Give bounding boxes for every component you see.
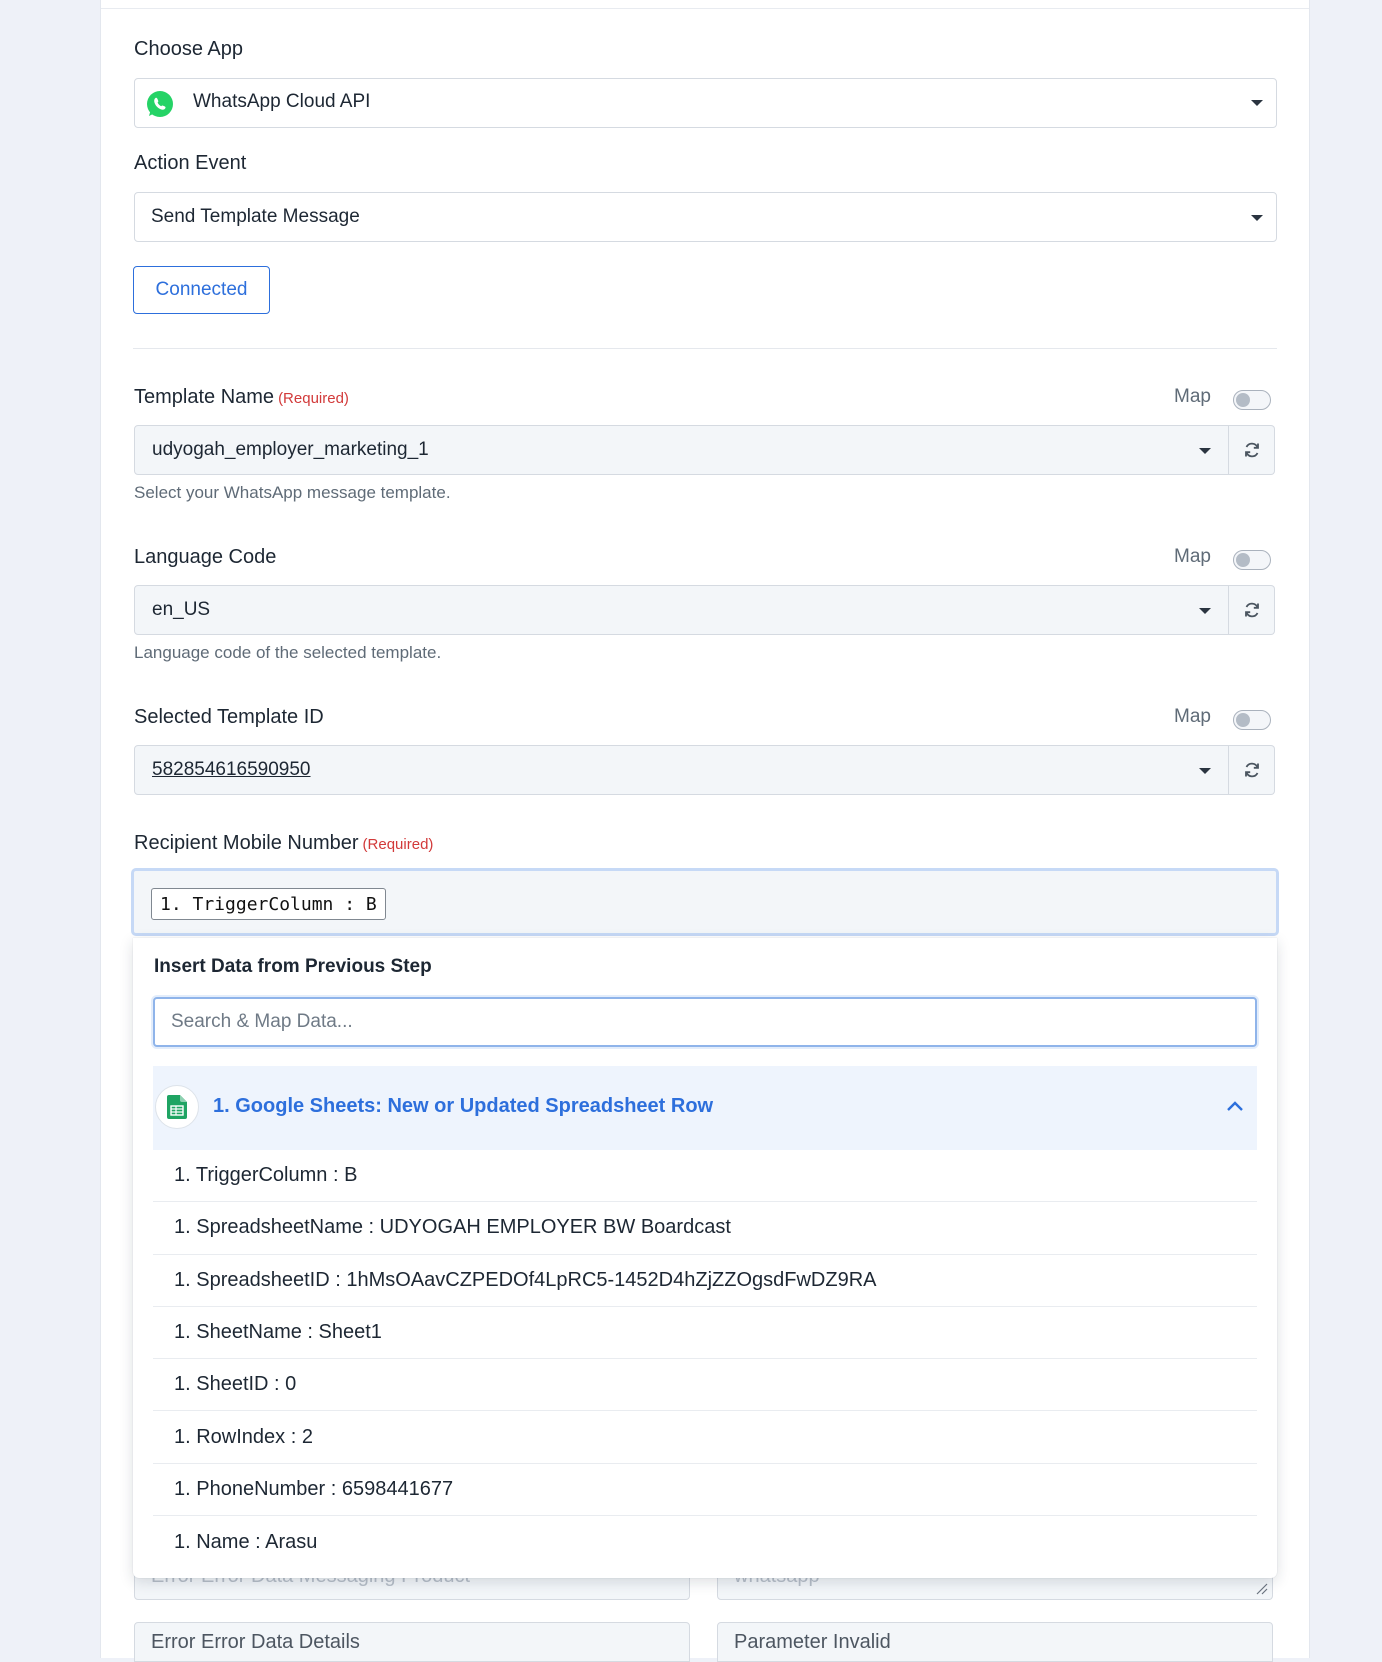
parameter-invalid-value: Parameter Invalid: [734, 1630, 891, 1653]
language-code-label: Language Code: [134, 546, 277, 568]
refresh-icon: [1244, 442, 1259, 458]
template-id-map-toggle[interactable]: [1233, 710, 1271, 730]
language-code-value: en_US: [152, 599, 211, 620]
template-name-help: Select your WhatsApp message template.: [134, 483, 451, 502]
language-code-select[interactable]: en_US: [134, 585, 1229, 635]
language-code-map-label: Map: [1174, 546, 1211, 567]
list-item-phone-number[interactable]: 1. PhoneNumber : 6598441677: [153, 1464, 1257, 1517]
caret-down-icon: [1251, 215, 1263, 221]
template-name-label-text: Template Name: [134, 386, 275, 408]
connected-button[interactable]: Connected: [133, 266, 270, 314]
list-item-trigger-column[interactable]: 1. TriggerColumn : B: [153, 1150, 1257, 1203]
panel-top-divider: [101, 8, 1309, 9]
search-map-data-input[interactable]: [153, 997, 1257, 1047]
language-code-refresh-button[interactable]: [1229, 585, 1275, 635]
action-event-label: Action Event: [134, 152, 247, 174]
refresh-icon: [1244, 602, 1259, 618]
list-item-sheet-name[interactable]: 1. SheetName : Sheet1: [153, 1307, 1257, 1360]
required-marker: (Required): [362, 836, 434, 853]
language-code-map-toggle[interactable]: [1233, 550, 1271, 570]
caret-down-icon: [1199, 608, 1211, 614]
template-id-value: 582854616590950: [152, 759, 311, 780]
language-code-help: Language code of the selected template.: [134, 643, 442, 662]
list-item-name[interactable]: 1. Name : Arasu: [153, 1516, 1257, 1568]
error-data-details-value: Error Error Data Details: [151, 1630, 360, 1653]
caret-down-icon: [1199, 768, 1211, 774]
template-name-value: udyogah_employer_marketing_1: [152, 439, 429, 460]
whatsapp-icon: [145, 89, 175, 124]
mapped-data-chip[interactable]: 1. TriggerColumn : B: [151, 888, 386, 920]
toggle-knob: [1236, 393, 1250, 407]
error-data-details-field[interactable]: Error Error Data Details: [134, 1622, 690, 1662]
resize-handle-icon: [1256, 1583, 1268, 1595]
choose-app-select[interactable]: WhatsApp Cloud API: [134, 78, 1277, 128]
google-sheets-icon: [155, 1085, 199, 1129]
choose-app-label: Choose App: [134, 38, 243, 60]
mapped-data-list: 1. TriggerColumn : B 1. SpreadsheetName …: [153, 1150, 1257, 1568]
toggle-knob: [1236, 553, 1250, 567]
parameter-invalid-field[interactable]: Parameter Invalid: [717, 1622, 1273, 1662]
list-item-sheet-id[interactable]: 1. SheetID : 0: [153, 1359, 1257, 1412]
google-sheets-group-header[interactable]: 1. Google Sheets: New or Updated Spreads…: [153, 1066, 1257, 1150]
template-name-map-label: Map: [1174, 386, 1211, 407]
choose-app-value: WhatsApp Cloud API: [193, 91, 371, 112]
recipient-input[interactable]: 1. TriggerColumn : B: [131, 868, 1279, 936]
refresh-icon: [1244, 762, 1259, 778]
template-id-label: Selected Template ID: [134, 706, 324, 728]
template-name-select[interactable]: udyogah_employer_marketing_1: [134, 425, 1229, 475]
section-divider: [133, 348, 1277, 349]
required-marker: (Required): [278, 390, 349, 407]
list-item-row-index[interactable]: 1. RowIndex : 2: [153, 1411, 1257, 1464]
list-item-spreadsheet-id[interactable]: 1. SpreadsheetID : 1hMsOAavCZPEDOf4LpRC5…: [153, 1255, 1257, 1307]
template-id-select[interactable]: 582854616590950: [134, 745, 1229, 795]
template-id-refresh-button[interactable]: [1229, 745, 1275, 795]
toggle-knob: [1236, 713, 1250, 727]
list-item-spreadsheet-name[interactable]: 1. SpreadsheetName : UDYOGAH EMPLOYER BW…: [153, 1202, 1257, 1255]
recipient-label-text: Recipient Mobile Number: [134, 832, 359, 854]
recipient-label: Recipient Mobile Number (Required): [134, 832, 433, 855]
template-name-map-toggle[interactable]: [1233, 390, 1271, 410]
action-event-select[interactable]: Send Template Message: [134, 192, 1277, 242]
template-name-refresh-button[interactable]: [1229, 425, 1275, 475]
caret-down-icon: [1199, 448, 1211, 454]
chevron-up-icon: [1227, 1101, 1243, 1111]
google-sheets-group-label: 1. Google Sheets: New or Updated Spreads…: [213, 1095, 714, 1117]
insert-data-dropdown: Insert Data from Previous Step 1. Google…: [133, 938, 1277, 1578]
dropdown-title: Insert Data from Previous Step: [154, 956, 432, 977]
action-event-value: Send Template Message: [151, 206, 360, 227]
template-id-map-label: Map: [1174, 706, 1211, 727]
caret-down-icon: [1251, 100, 1263, 106]
template-name-label: Template Name (Required): [134, 386, 349, 409]
